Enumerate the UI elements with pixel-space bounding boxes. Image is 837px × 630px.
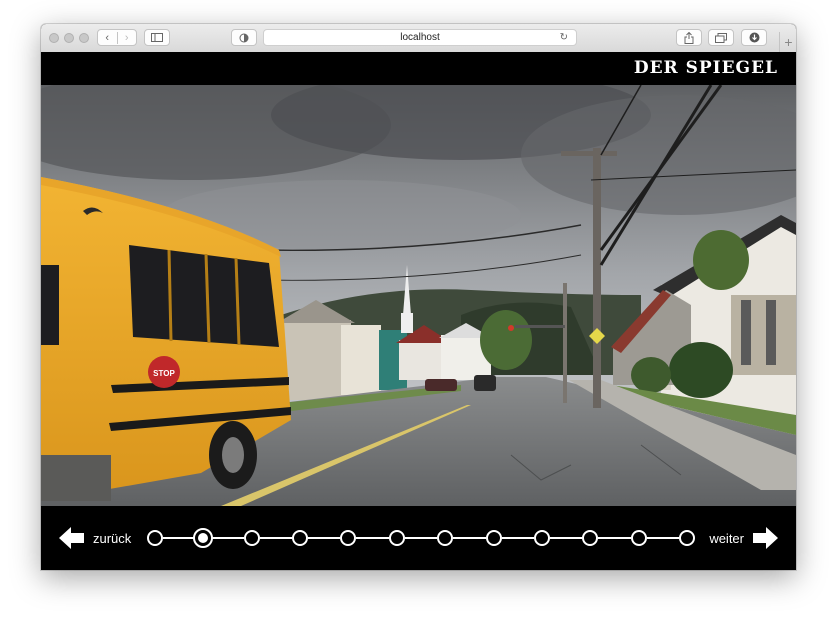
slideshow-photo: STOP bbox=[41, 85, 796, 506]
shield-icon bbox=[239, 33, 249, 42]
slide-dot[interactable] bbox=[388, 530, 405, 546]
address-text: localhost bbox=[400, 32, 440, 43]
progress-connector bbox=[404, 537, 438, 539]
close-window-button[interactable] bbox=[49, 33, 59, 43]
slide-dot-active[interactable] bbox=[193, 528, 214, 548]
back-forward-buttons: ‹ › bbox=[97, 29, 137, 46]
der-spiegel-logo[interactable]: DER SPIEGEL bbox=[634, 58, 778, 78]
slide-dot[interactable] bbox=[292, 530, 309, 546]
reload-icon[interactable]: ↻ bbox=[560, 30, 568, 45]
plus-icon: + bbox=[784, 34, 793, 50]
previous-button[interactable]: zurück bbox=[59, 526, 131, 550]
chevron-left-icon: ‹ bbox=[105, 31, 110, 44]
progress-connector bbox=[453, 537, 486, 539]
chevron-right-icon: › bbox=[124, 31, 129, 44]
progress-connector bbox=[549, 537, 583, 539]
slide-dot[interactable] bbox=[582, 530, 599, 546]
sidebar-toggle-button[interactable] bbox=[144, 29, 170, 46]
tabs-overview-button[interactable] bbox=[708, 29, 734, 46]
slide-dot[interactable] bbox=[485, 530, 502, 546]
slide-dot[interactable] bbox=[243, 530, 260, 546]
privacy-report-button[interactable] bbox=[231, 29, 257, 46]
share-button[interactable] bbox=[676, 29, 702, 46]
progress-connector bbox=[211, 537, 244, 539]
progress-connector bbox=[356, 537, 389, 539]
zoom-window-button[interactable] bbox=[79, 33, 89, 43]
arrow-left-icon bbox=[59, 527, 84, 549]
slide-dot[interactable] bbox=[533, 530, 550, 546]
sidebar-icon bbox=[151, 33, 163, 42]
browser-back-button[interactable]: ‹ bbox=[98, 31, 118, 44]
brand-header: DER SPIEGEL bbox=[41, 52, 796, 85]
new-tab-button[interactable]: + bbox=[779, 32, 796, 52]
progress-connector bbox=[598, 537, 631, 539]
progress-connector bbox=[259, 537, 293, 539]
stop-sign-text: STOP bbox=[153, 369, 175, 378]
browser-toolbar: ‹ › localhost ↻ + bbox=[41, 24, 796, 53]
slide-dot[interactable] bbox=[630, 530, 647, 546]
arrow-right-icon bbox=[753, 527, 778, 549]
slide-dot[interactable] bbox=[679, 530, 695, 546]
next-button[interactable]: weiter bbox=[709, 526, 778, 550]
slide-dot[interactable] bbox=[437, 530, 454, 546]
address-bar[interactable]: localhost ↻ bbox=[263, 29, 577, 46]
slide-dot[interactable] bbox=[340, 530, 357, 546]
share-icon bbox=[684, 31, 694, 44]
tabs-icon bbox=[715, 32, 727, 43]
minimize-window-button[interactable] bbox=[64, 33, 74, 43]
progress-connector bbox=[308, 537, 341, 539]
street-scene-image: STOP bbox=[41, 85, 796, 506]
slideshow-controls: zurück weiter bbox=[41, 506, 796, 570]
slide-progress bbox=[147, 528, 695, 548]
progress-connector bbox=[501, 537, 534, 539]
browser-forward-button[interactable]: › bbox=[118, 32, 137, 44]
slide-dot[interactable] bbox=[147, 530, 163, 546]
download-icon bbox=[749, 32, 759, 43]
progress-connector bbox=[163, 537, 196, 539]
previous-label: zurück bbox=[93, 530, 132, 546]
downloads-button[interactable] bbox=[741, 29, 767, 46]
browser-window: ‹ › localhost ↻ + DER SPIEGEL STOP zurüc… bbox=[41, 24, 796, 570]
progress-connector bbox=[646, 537, 679, 539]
next-label: weiter bbox=[709, 530, 744, 546]
